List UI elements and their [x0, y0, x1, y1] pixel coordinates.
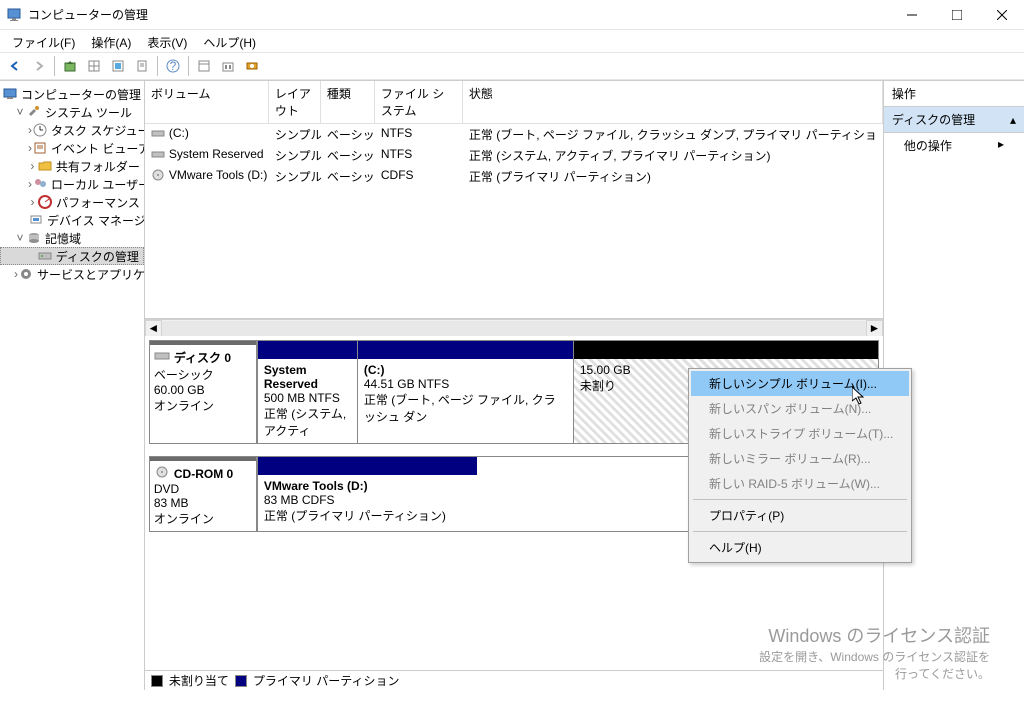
collapse-icon[interactable]: ˅: [14, 105, 26, 119]
toolbar-btn-10[interactable]: [241, 55, 263, 77]
volume-row[interactable]: System Reserved シンプル ベーシック NTFS 正常 (システム…: [145, 145, 883, 166]
show-hide-button[interactable]: [83, 55, 105, 77]
tree-event-viewer[interactable]: イベント ビューアー: [51, 140, 145, 157]
drive-icon: [151, 126, 167, 142]
tree-system-tools[interactable]: システム ツール: [45, 104, 132, 121]
actions-more[interactable]: 他の操作 ▸: [884, 133, 1024, 158]
event-icon: [32, 140, 48, 156]
folder-icon: [37, 158, 53, 174]
properties-button[interactable]: [131, 55, 153, 77]
volume-row[interactable]: (C:) シンプル ベーシック NTFS 正常 (ブート, ページ ファイル, …: [145, 124, 883, 145]
ctx-properties[interactable]: プロパティ(P): [691, 503, 909, 528]
actions-section[interactable]: ディスクの管理 ▴: [884, 107, 1024, 133]
ctx-help[interactable]: ヘルプ(H): [691, 535, 909, 560]
back-button[interactable]: [4, 55, 26, 77]
ctx-new-simple-volume[interactable]: 新しいシンプル ボリューム(I)...: [691, 371, 909, 396]
disk-icon: [154, 349, 170, 366]
scroll-track[interactable]: [162, 321, 866, 336]
tree-local-users[interactable]: ローカル ユーザーとグループ: [51, 176, 145, 193]
menu-view[interactable]: 表示(V): [139, 32, 195, 50]
maximize-button[interactable]: [934, 0, 979, 30]
tree-shared-folders[interactable]: 共有フォルダー: [56, 158, 140, 175]
partition-vmware-tools[interactable]: VMware Tools (D:) 83 MB CDFS 正常 (プライマリ パ…: [257, 457, 477, 531]
toolbar: ?: [0, 52, 1024, 80]
tree-services-apps[interactable]: サービスとアプリケーション: [37, 266, 145, 283]
svg-text:?: ?: [170, 59, 177, 73]
volume-list-header: ボリューム レイアウト 種類 ファイル システム 状態: [145, 81, 883, 124]
perf-icon: [37, 194, 53, 210]
app-icon: [6, 7, 22, 23]
partition-c[interactable]: (C:) 44.51 GB NTFS 正常 (ブート, ページ ファイル, クラ…: [357, 341, 573, 443]
col-fs[interactable]: ファイル システム: [375, 81, 463, 123]
volume-row[interactable]: VMware Tools (D:) シンプル ベーシック CDFS 正常 (プラ…: [145, 166, 883, 187]
collapse-icon[interactable]: ˅: [14, 231, 26, 245]
actions-header: 操作: [884, 81, 1024, 107]
device-icon: [28, 212, 44, 228]
toolbar-btn-8[interactable]: [193, 55, 215, 77]
menu-action[interactable]: 操作(A): [83, 32, 139, 50]
minimize-button[interactable]: [889, 0, 934, 30]
volume-list[interactable]: (C:) シンプル ベーシック NTFS 正常 (ブート, ページ ファイル, …: [145, 124, 883, 319]
tree-task-scheduler[interactable]: タスク スケジューラ: [51, 122, 145, 139]
legend-swatch-unalloc: [151, 675, 163, 687]
refresh-button[interactable]: [107, 55, 129, 77]
chevron-right-icon: ▸: [998, 137, 1004, 154]
tools-icon: [26, 104, 42, 120]
ctx-new-mirror-volume: 新しいミラー ボリューム(R)...: [691, 446, 909, 471]
scroll-right-button[interactable]: ►: [866, 320, 883, 337]
menubar: ファイル(F) 操作(A) 表示(V) ヘルプ(H): [0, 30, 1024, 52]
cd-icon: [154, 465, 170, 482]
up-button[interactable]: [59, 55, 81, 77]
cursor-icon: [852, 387, 868, 410]
clock-icon: [32, 122, 48, 138]
horizontal-scrollbar[interactable]: ◄ ►: [145, 319, 883, 336]
chevron-up-icon: ▴: [1010, 113, 1016, 127]
context-menu: 新しいシンプル ボリューム(I)... 新しいスパン ボリューム(N)... 新…: [688, 368, 912, 563]
drive-icon: [151, 147, 167, 163]
scroll-left-button[interactable]: ◄: [145, 320, 162, 337]
col-volume[interactable]: ボリューム: [145, 81, 269, 123]
disk-info[interactable]: ディスク 0 ベーシック 60.00 GB オンライン: [149, 340, 257, 444]
tree-disk-management[interactable]: ディスクの管理: [56, 248, 139, 265]
col-layout[interactable]: レイアウト: [269, 81, 321, 123]
tree-device-manager[interactable]: デバイス マネージャー: [47, 212, 145, 229]
close-button[interactable]: [979, 0, 1024, 30]
services-icon: [18, 266, 34, 282]
activation-watermark: Windows のライセンス認証 設定を開き、Windows のライセンス認証を…: [759, 622, 990, 682]
disk-icon: [37, 248, 53, 264]
expand-icon[interactable]: ›: [28, 195, 37, 209]
toolbar-btn-9[interactable]: [217, 55, 239, 77]
cdrom-info[interactable]: CD-ROM 0 DVD 83 MB オンライン: [149, 456, 257, 532]
menu-help[interactable]: ヘルプ(H): [195, 32, 264, 50]
titlebar: コンピューターの管理: [0, 0, 1024, 30]
ctx-new-stripe-volume: 新しいストライプ ボリューム(T)...: [691, 421, 909, 446]
col-type[interactable]: 種類: [321, 81, 375, 123]
tree-root[interactable]: コンピューターの管理 (ローカル): [21, 86, 145, 103]
menu-file[interactable]: ファイル(F): [4, 32, 83, 50]
navigation-tree[interactable]: コンピューターの管理 (ローカル) ˅システム ツール ›タスク スケジューラ …: [0, 81, 145, 690]
help-icon[interactable]: ?: [162, 55, 184, 77]
col-status[interactable]: 状態: [463, 81, 883, 123]
computer-icon: [2, 86, 18, 102]
partition-system-reserved[interactable]: System Reserved 500 MB NTFS 正常 (システム, アク…: [257, 341, 357, 443]
tree-performance[interactable]: パフォーマンス: [56, 194, 140, 211]
legend-swatch-primary: [235, 675, 247, 687]
expand-icon[interactable]: ›: [28, 159, 37, 173]
ctx-new-span-volume: 新しいスパン ボリューム(N)...: [691, 396, 909, 421]
users-icon: [32, 176, 48, 192]
forward-button[interactable]: [28, 55, 50, 77]
storage-icon: [26, 230, 42, 246]
ctx-new-raid5-volume: 新しい RAID-5 ボリューム(W)...: [691, 471, 909, 496]
cd-icon: [151, 168, 167, 184]
tree-storage[interactable]: 記憶域: [45, 230, 81, 247]
window-title: コンピューターの管理: [28, 6, 889, 23]
